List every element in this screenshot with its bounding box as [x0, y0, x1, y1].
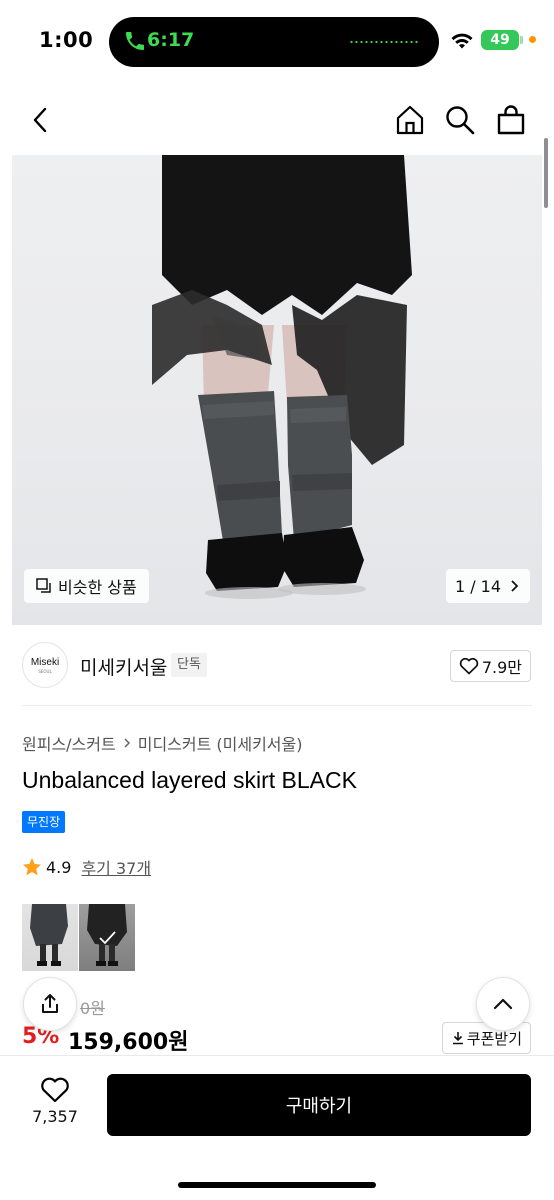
brand-logo-subtext: SEOUL	[38, 668, 52, 674]
search-icon	[446, 106, 475, 135]
phone-icon	[126, 32, 144, 50]
status-time: 1:00	[39, 28, 94, 52]
status-bar: 1:00 6:17 49	[0, 0, 554, 84]
product-photo	[152, 155, 412, 599]
shopping-bag-icon	[497, 105, 525, 135]
original-price: 0원	[80, 999, 105, 1018]
top-navigation	[0, 92, 554, 150]
battery-cap	[520, 36, 523, 44]
sale-price: 159,600원	[68, 1030, 189, 1055]
delivery-badge: 무진장	[22, 811, 66, 833]
scroll-to-top-button[interactable]	[476, 977, 530, 1031]
rating-row: 4.9 후기 37개	[22, 855, 151, 879]
chevron-up-icon	[493, 998, 513, 1010]
home-button[interactable]	[392, 102, 428, 138]
price-row: 0원 5% 159,600원 쿠폰받기	[22, 990, 532, 1060]
swatch-option-grey[interactable]	[22, 904, 78, 971]
back-button[interactable]	[22, 102, 58, 138]
color-swatches	[22, 904, 136, 971]
similar-products-button[interactable]: 비슷한 상품	[24, 569, 149, 603]
wishlist-button[interactable]: 7,357	[22, 1076, 88, 1126]
exclusive-tag: 단독	[171, 653, 207, 677]
brand-logo[interactable]: Miseki SEOUL	[22, 642, 68, 688]
swatch-option-black-selected[interactable]	[79, 904, 135, 971]
breadcrumb: 원피스/스커트 미디스커트 (미세키서울)	[22, 731, 303, 755]
coupon-label: 쿠폰받기	[466, 1029, 522, 1048]
brand-like-button[interactable]: 7.9만	[449, 650, 531, 682]
brand-name[interactable]: 미세키서울	[80, 653, 167, 680]
home-indicator	[178, 1182, 376, 1188]
share-icon	[42, 994, 58, 1013]
battery-indicator: 49	[481, 30, 519, 50]
rating-score: 4.9	[46, 857, 72, 877]
buy-button[interactable]: 구매하기	[107, 1074, 531, 1136]
product-title: Unbalanced layered skirt BLACK	[22, 767, 357, 793]
image-pager-text: 1 / 14	[454, 576, 502, 596]
dynamic-island[interactable]: 6:17	[109, 17, 439, 67]
brand-logo-text: Miseki	[30, 656, 60, 668]
scroll-indicator	[544, 138, 548, 208]
brand-like-count: 7.9만	[481, 658, 522, 677]
wishlist-count: 7,357	[32, 1107, 78, 1126]
privacy-indicator-dot	[529, 36, 536, 43]
share-button[interactable]	[23, 977, 77, 1031]
wifi-icon	[451, 33, 473, 49]
download-icon	[452, 1032, 463, 1045]
home-icon	[396, 105, 424, 135]
chevron-left-icon	[33, 107, 47, 133]
chevron-right-icon	[511, 580, 519, 592]
heart-icon	[459, 657, 479, 675]
heart-icon	[41, 1077, 69, 1103]
star-icon	[23, 858, 41, 876]
audio-waveform-icon	[349, 41, 419, 43]
brand-row: Miseki SEOUL 미세키서울 단독 7.9만	[22, 640, 532, 692]
swatch-black-thumbnail	[87, 904, 127, 966]
chevron-right-icon	[124, 738, 130, 748]
section-divider	[22, 705, 532, 706]
breadcrumb-subcategory[interactable]: 미디스커트 (미세키서울)	[138, 731, 303, 755]
similar-items-icon	[36, 578, 51, 593]
similar-products-label: 비슷한 상품	[58, 578, 137, 597]
product-image-carousel[interactable]: 비슷한 상품 1 / 14	[12, 155, 542, 625]
search-button[interactable]	[442, 102, 478, 138]
cart-button[interactable]	[493, 102, 529, 138]
bottom-purchase-bar: 7,357 구매하기	[0, 1055, 554, 1200]
swatch-grey-thumbnail	[30, 904, 68, 966]
call-duration: 6:17	[147, 29, 195, 51]
breadcrumb-category[interactable]: 원피스/스커트	[22, 731, 116, 755]
image-pager[interactable]: 1 / 14	[446, 569, 530, 603]
review-count-link[interactable]: 후기 37개	[81, 855, 151, 879]
coupon-download-button[interactable]: 쿠폰받기	[441, 1022, 531, 1054]
